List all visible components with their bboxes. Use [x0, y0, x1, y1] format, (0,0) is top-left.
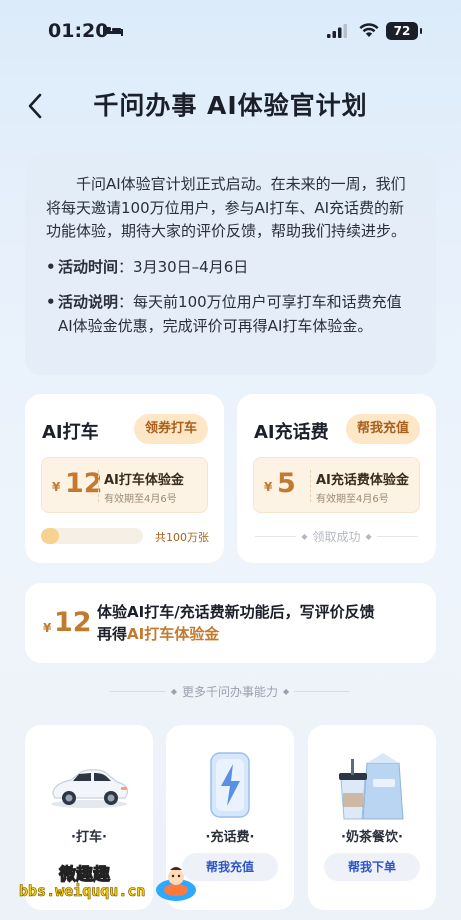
divider-line [294, 690, 351, 692]
bullet-key: 活动说明 [58, 293, 119, 311]
coupon-currency: ¥ [52, 480, 61, 494]
coupon-progress-bar [41, 528, 143, 544]
coupon-divider [310, 470, 311, 502]
ai-charge-card: AI充话费 帮我充值 ¥ 5 AI充话费体验金 有效期至4月6号 ◆ 领取成功 … [237, 394, 436, 563]
service-name: ·奶茶餐饮· [341, 830, 403, 845]
divider-dot: ◆ [170, 686, 177, 696]
divider-dot: ◆ [283, 686, 290, 696]
ai-taxi-card: AI打车 领券打车 ¥ 12 AI打车体验金 有效期至4月6号 共100万张 [25, 394, 224, 563]
milk-tea-illustration [308, 745, 436, 825]
divider-line [255, 535, 297, 537]
bullet-value: 3月30日–4月6日 [133, 257, 249, 276]
reward-amount: 12 [54, 607, 92, 638]
card-title: AI充话费 [254, 422, 329, 443]
reward-highlight: AI打车体验金 [127, 625, 220, 643]
car-illustration [25, 745, 153, 825]
claim-status-row: ◆ 领取成功 ◆ [255, 528, 419, 544]
watermark-logo: 微趣趣 bbs.weiququ.cn [19, 860, 209, 910]
order-for-me-button[interactable]: 帮我下单 [324, 853, 420, 881]
coupon-progress-fill [41, 528, 60, 544]
coupon-name: AI充话费体验金 [316, 473, 409, 488]
reward-subline-prefix: 再得 [97, 625, 128, 643]
bullet-separator: ： [118, 257, 134, 276]
card-title: AI打车 [42, 422, 99, 443]
claim-status-text: 领取成功 [312, 529, 361, 544]
divider-line [376, 535, 419, 537]
coupon-name: AI打车体验金 [104, 473, 184, 488]
coupon-progress-label: 共100万张 [155, 531, 209, 544]
bullet-activity-desc: • 活动说明：每天前100万位用户可享打车和话费充值AI体验金优惠，完成评价可再… [46, 291, 412, 338]
claim-taxi-coupon-button[interactable]: 领券打车 [133, 414, 208, 444]
divider-dot: ◆ [301, 531, 308, 541]
mascot-icon [156, 867, 196, 901]
battery-indicator: 72 [386, 22, 422, 40]
intro-paragraph: 千问AI体验官计划正式启动。在未来的一周，我们将每天邀请100万位用户，参与AI… [46, 175, 407, 240]
coupon-divider [98, 470, 99, 502]
coupon-amount: 5 [277, 468, 296, 499]
section-label: 更多千问办事能力 [182, 684, 279, 699]
coupon-expiry: 有效期至4月6号 [316, 494, 389, 505]
page-title: 千问办事 AI体验官计划 [93, 91, 368, 120]
service-name: ·充话费· [205, 830, 255, 845]
review-reward-card: ¥ 12 体验AI打车/充话费新功能后，写评价反馈 再得AI打车体验金 [25, 583, 436, 663]
bullet-activity-time: • 活动时间：3月30日–4月6日 [46, 256, 412, 280]
taxi-coupon: ¥ 12 AI打车体验金 有效期至4月6号 [41, 457, 208, 513]
service-card-milk-tea[interactable]: ·奶茶餐饮· 帮我下单 [308, 725, 436, 910]
wifi-icon [359, 23, 379, 37]
signal-icon [327, 24, 347, 38]
divider-dot: ◆ [365, 531, 372, 541]
bullet-key: 活动时间 [58, 257, 119, 276]
bullet-dot: • [46, 257, 56, 276]
watermark-url: bbs.weiququ.cn [19, 882, 146, 901]
charge-for-me-button[interactable]: 帮我充值 [345, 414, 420, 444]
coupon-expiry: 有效期至4月6号 [104, 494, 177, 505]
reward-description: 体验AI打车/充话费新功能后，写评价反馈 [97, 603, 375, 621]
reward-subline: 再得AI打车体验金 [97, 623, 219, 644]
service-name: ·打车· [71, 830, 107, 845]
divider-line [110, 690, 166, 692]
reward-currency: ¥ [43, 621, 52, 635]
phone-charge-illustration [166, 745, 294, 825]
coupon-amount: 12 [65, 468, 103, 499]
intro-card: 千问AI体验官计划正式启动。在未来的一周，我们将每天邀请100万位用户，参与AI… [25, 153, 436, 375]
charge-coupon: ¥ 5 AI充话费体验金 有效期至4月6号 [253, 457, 420, 513]
bullet-dot: • [46, 293, 56, 311]
status-bar: 01:20 72 [0, 0, 461, 60]
status-time: 01:20 [48, 20, 109, 42]
bed-icon [103, 25, 123, 36]
bullet-separator: ： [118, 293, 134, 311]
coupon-currency: ¥ [264, 480, 273, 494]
more-capabilities-divider: ◆ 更多千问办事能力 ◆ [110, 681, 351, 701]
